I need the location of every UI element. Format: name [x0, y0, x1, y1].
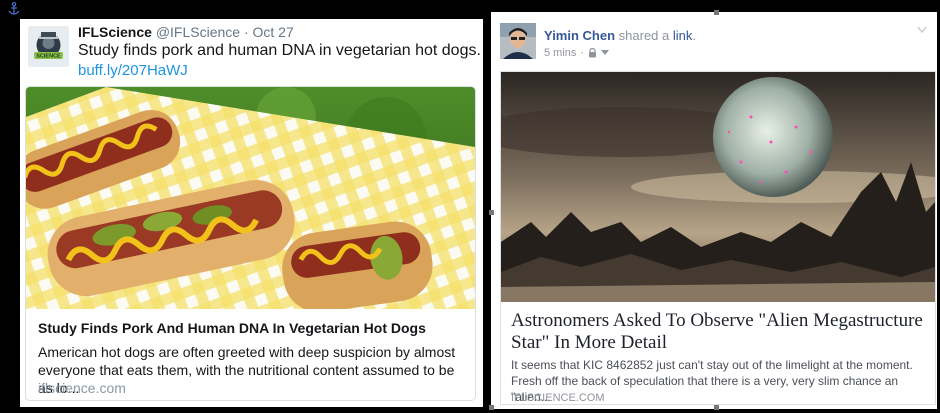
post-time[interactable]: 5 mins [544, 47, 576, 59]
chevron-down-icon[interactable] [917, 26, 927, 34]
resize-handle-bottom-left[interactable] [489, 405, 494, 410]
alien-landscape-image [501, 72, 935, 302]
resize-handle-top[interactable] [714, 10, 719, 15]
hot-dogs-image [26, 87, 475, 309]
tweet-header: IFLScience @IFLScience · Oct 27 [78, 24, 294, 40]
tweet-handle[interactable]: @IFLScience [156, 24, 240, 40]
profile-photo-icon [500, 23, 536, 59]
svg-text:SCIENCE: SCIENCE [36, 54, 61, 60]
ifl-logo-icon: SCIENCE [28, 26, 69, 67]
tweet-card-domain[interactable]: iflscience.com [38, 380, 126, 396]
link-card[interactable]: Astronomers Asked To Observe "Alien Mega… [500, 71, 936, 405]
facebook-post: Yimin Chen shared a link. 5 mins · Astro… [491, 12, 937, 409]
meta-separator: · [580, 47, 585, 59]
anchor-icon [8, 2, 20, 15]
tweet-separator: · [243, 24, 249, 40]
lock-icon [589, 48, 597, 58]
privacy-dropdown-icon[interactable] [601, 50, 610, 56]
resize-handle-left[interactable] [489, 210, 494, 215]
post-header-period: . [692, 28, 697, 43]
tweet-card[interactable]: Study Finds Pork And Human DNA In Vegeta… [25, 86, 476, 401]
tweet-date[interactable]: Oct 27 [253, 24, 294, 40]
tweet-display-name[interactable]: IFLScience [78, 24, 152, 40]
link-card-title[interactable]: Astronomers Asked To Observe "Alien Mega… [511, 310, 931, 354]
post-action-text: shared a [618, 28, 670, 43]
link-card-domain[interactable]: IFLSCIENCE.COM [511, 392, 605, 404]
resize-handle-bottom[interactable] [714, 405, 719, 410]
tweet-card-title[interactable]: Study Finds Pork And Human DNA In Vegeta… [38, 320, 426, 336]
post-author[interactable]: Yimin Chen [544, 28, 615, 43]
ifl-avatar[interactable]: SCIENCE [28, 26, 69, 67]
post-header: Yimin Chen shared a link. [544, 28, 696, 43]
shared-link[interactable]: link [673, 28, 693, 43]
tweet-text: Study finds pork and human DNA in vegeta… [78, 42, 481, 59]
yimin-avatar[interactable] [500, 23, 536, 59]
tweet-link[interactable]: buff.ly/207HaWJ [78, 61, 188, 81]
tweet[interactable]: SCIENCE IFLScience @IFLScience · Oct 27 … [20, 19, 483, 407]
post-meta: 5 mins · [544, 47, 610, 59]
